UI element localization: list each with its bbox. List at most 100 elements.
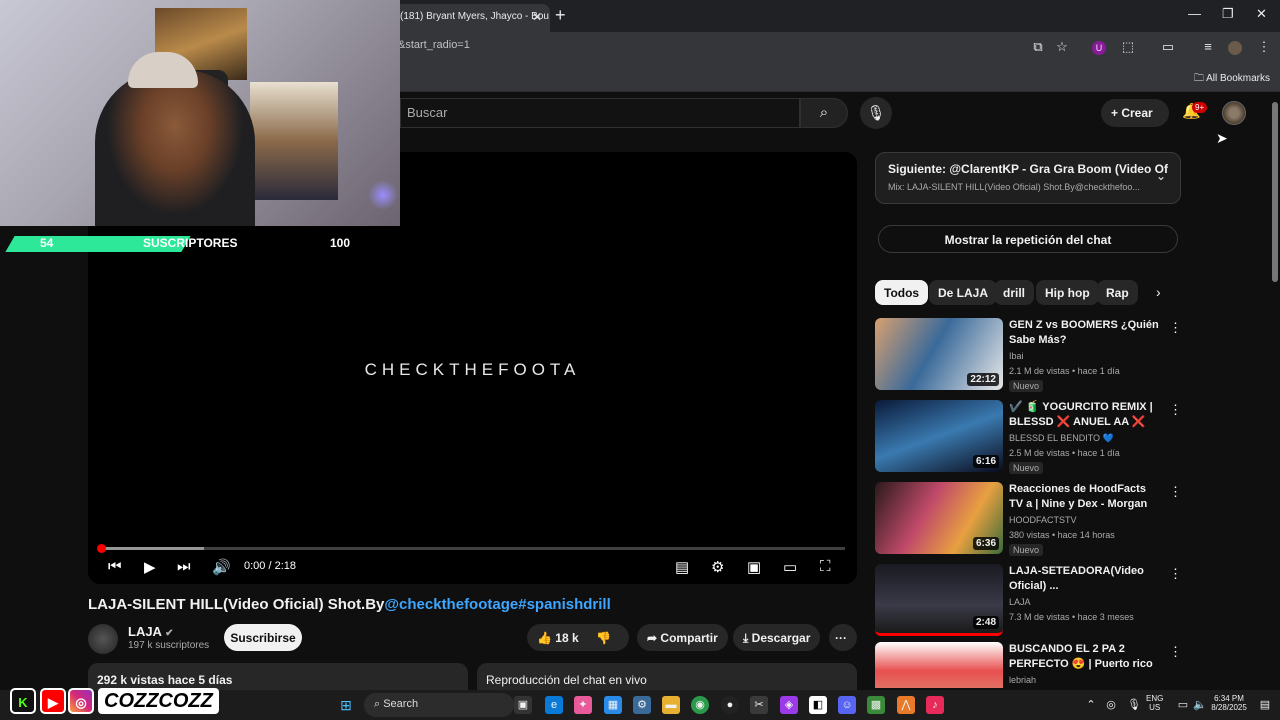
new-tab-button[interactable]: + bbox=[555, 5, 566, 26]
edge-icon[interactable]: e bbox=[545, 696, 563, 714]
recommendation-title[interactable]: GEN Z vs BOOMERS ¿Quién Sabe Más? bbox=[1009, 318, 1159, 348]
clock[interactable]: 6:34 PM 8/28/2025 bbox=[1206, 694, 1252, 712]
language-indicator[interactable]: ENG US bbox=[1146, 694, 1163, 712]
scrubber-handle[interactable] bbox=[97, 544, 106, 553]
miniplayer-icon[interactable]: ▣ bbox=[747, 558, 761, 576]
recommendation-channel[interactable]: HOODFACTSTV bbox=[1009, 515, 1077, 525]
recommendation-item[interactable]: 2:48 LAJA-SETEADORA(Video Oficial) ... L… bbox=[875, 564, 1182, 638]
minimize-icon[interactable]: — bbox=[1188, 6, 1201, 21]
taskbar-search[interactable]: ⌕ Search bbox=[364, 693, 514, 717]
recommendation-thumbnail[interactable]: 22:12 bbox=[875, 318, 1003, 390]
snipping-tool-icon[interactable]: ✂ bbox=[750, 696, 768, 714]
play-icon[interactable]: ▶ bbox=[144, 558, 156, 576]
more-options-icon[interactable]: ⋮ bbox=[1169, 402, 1182, 418]
recommendation-item[interactable]: BUSCANDO EL 2 PA 2 PERFECTO 😍 | Puerto r… bbox=[875, 642, 1180, 688]
microphone-tray-icon[interactable]: 🎙 bbox=[1125, 696, 1143, 714]
cast-icon[interactable]: ▭ bbox=[1160, 39, 1176, 55]
file-explorer-icon[interactable]: ▬ bbox=[662, 696, 680, 714]
chip-de-laja[interactable]: De LAJA bbox=[929, 280, 998, 305]
obs-icon[interactable]: ● bbox=[721, 696, 739, 714]
windows-start-icon[interactable]: ⊞ bbox=[337, 696, 355, 714]
task-view-icon[interactable]: ▣ bbox=[514, 696, 532, 714]
notification-center-icon[interactable]: ▤ bbox=[1256, 696, 1274, 714]
tray-chevron-icon[interactable]: ⌃ bbox=[1082, 696, 1100, 714]
maximize-icon[interactable]: ❐ bbox=[1222, 6, 1234, 22]
more-actions-button[interactable]: ··· bbox=[829, 624, 857, 651]
recommendation-thumbnail[interactable]: 6:16 bbox=[875, 400, 1003, 472]
chevron-down-icon[interactable]: ⌄ bbox=[1156, 169, 1166, 183]
more-options-icon[interactable]: ⋮ bbox=[1169, 644, 1180, 660]
chip-hip-hop[interactable]: Hip hop bbox=[1036, 280, 1099, 305]
more-options-icon[interactable]: ⋮ bbox=[1169, 484, 1182, 500]
recommendation-channel[interactable]: LAJA bbox=[1009, 597, 1031, 607]
recommendation-item[interactable]: 22:12 GEN Z vs BOOMERS ¿Quién Sabe Más? … bbox=[875, 318, 1182, 392]
fullscreen-icon[interactable]: ⛶ bbox=[820, 558, 831, 575]
account-avatar[interactable] bbox=[1222, 101, 1246, 125]
settings-app-icon[interactable]: ⚙ bbox=[633, 696, 651, 714]
recommendation-thumbnail[interactable]: 6:36 bbox=[875, 482, 1003, 554]
subtitles-icon[interactable]: ▤ bbox=[675, 558, 689, 576]
capcut-icon[interactable]: ◧ bbox=[809, 696, 827, 714]
share-button[interactable]: ➦ Compartir bbox=[637, 624, 728, 651]
profile-icon[interactable] bbox=[1228, 41, 1242, 55]
create-button[interactable]: + Crear bbox=[1101, 99, 1169, 127]
chips-next-chevron-icon[interactable]: › bbox=[1156, 284, 1161, 300]
discord-icon[interactable]: ☺ bbox=[838, 696, 856, 714]
more-options-icon[interactable]: ⋮ bbox=[1169, 566, 1182, 582]
previous-icon[interactable]: ⏮ bbox=[108, 558, 122, 575]
bookmark-star-icon[interactable]: ☆ bbox=[1054, 39, 1070, 55]
download-button[interactable]: ⤓ Descargar bbox=[733, 624, 821, 651]
tiktok-icon[interactable]: ♪ bbox=[926, 696, 944, 714]
chip-drill[interactable]: drill bbox=[994, 280, 1035, 305]
tray-icon[interactable]: ◎ bbox=[1102, 696, 1120, 714]
channel-name[interactable]: LAJA ✔ bbox=[128, 624, 173, 639]
tab-close-icon[interactable]: ✕ bbox=[532, 10, 542, 24]
chip-rap[interactable]: Rap bbox=[1097, 280, 1138, 305]
recommendation-item[interactable]: 6:16 ✔️ 🧃 YOGURCITO REMIX | BLESSD ❌ ANU… bbox=[875, 400, 1182, 474]
recommendation-title[interactable]: LAJA-SETEADORA(Video Oficial) ... bbox=[1009, 564, 1159, 594]
search-input[interactable]: Buscar bbox=[400, 98, 800, 128]
close-window-icon[interactable]: ✕ bbox=[1256, 6, 1267, 22]
volume-icon[interactable]: 🔊 bbox=[212, 558, 231, 576]
recommendation-channel[interactable]: BLESSD EL BENDITO 💙 bbox=[1009, 433, 1114, 444]
more-options-icon[interactable]: ⋮ bbox=[1169, 320, 1182, 336]
voice-search-button[interactable]: 🎙 bbox=[860, 97, 892, 129]
all-bookmarks-button[interactable]: 🗀 All Bookmarks bbox=[1194, 71, 1270, 88]
reading-list-icon[interactable]: ≡ bbox=[1200, 39, 1216, 54]
app-icon-orange[interactable]: ⋀ bbox=[897, 696, 915, 714]
network-icon[interactable]: ▭ bbox=[1174, 696, 1192, 714]
search-button[interactable]: ⌕ bbox=[800, 98, 848, 128]
theater-mode-icon[interactable]: ▭ bbox=[783, 558, 797, 576]
chrome-menu-icon[interactable]: ⋮ bbox=[1256, 39, 1272, 55]
recommendation-thumbnail[interactable]: 2:48 bbox=[875, 564, 1003, 636]
up-next-panel[interactable]: Siguiente: @ClarentKP - Gra Gra Boom (Vi… bbox=[875, 152, 1181, 204]
show-chat-replay-button[interactable]: Mostrar la repetición del chat bbox=[878, 225, 1178, 253]
video-title-links[interactable]: @checkthefootage#spanishdrill bbox=[384, 596, 610, 613]
dislike-button[interactable]: 👎 bbox=[596, 631, 611, 645]
chrome-icon[interactable]: ◉ bbox=[691, 696, 709, 714]
address-bar-url[interactable]: &start_radio=1 bbox=[398, 39, 470, 51]
recommendation-title[interactable]: ✔️ 🧃 YOGURCITO REMIX | BLESSD ❌ ANUEL AA… bbox=[1009, 400, 1159, 430]
recommendation-title[interactable]: BUSCANDO EL 2 PA 2 PERFECTO 😍 | Puerto r… bbox=[1009, 642, 1159, 672]
next-icon[interactable]: ⏭ bbox=[177, 558, 191, 575]
recommendation-channel[interactable]: Ibai bbox=[1009, 351, 1024, 361]
app-icon-purple[interactable]: ◈ bbox=[780, 696, 798, 714]
settings-gear-icon[interactable]: ⚙ bbox=[711, 558, 724, 576]
minecraft-icon[interactable]: ▩ bbox=[867, 696, 885, 714]
install-app-icon[interactable]: ⧉ bbox=[1030, 39, 1046, 55]
channel-avatar[interactable] bbox=[88, 624, 118, 654]
recommendation-title[interactable]: Reacciones de HoodFacts TV a | Nine y De… bbox=[1009, 482, 1159, 512]
page-scrollbar[interactable] bbox=[1270, 92, 1280, 690]
recommendation-item[interactable]: 6:36 Reacciones de HoodFacts TV a | Nine… bbox=[875, 482, 1182, 556]
subscribe-button[interactable]: Suscribirse bbox=[224, 624, 302, 651]
recommendation-thumbnail[interactable] bbox=[875, 642, 1003, 688]
active-tab[interactable]: (181) Bryant Myers, Jhayco - Bou ✕ bbox=[392, 4, 550, 32]
copilot-icon[interactable]: ✦ bbox=[574, 696, 592, 714]
extension-badge-icon[interactable]: U bbox=[1092, 41, 1106, 55]
recommendation-channel[interactable]: lebriah bbox=[1009, 675, 1036, 685]
like-button[interactable]: 👍 18 k bbox=[537, 631, 579, 645]
store-icon[interactable]: ▦ bbox=[604, 696, 622, 714]
chip-todos[interactable]: Todos bbox=[875, 280, 929, 305]
progress-bar[interactable] bbox=[97, 544, 845, 553]
extensions-puzzle-icon[interactable]: ⬚ bbox=[1120, 39, 1136, 55]
